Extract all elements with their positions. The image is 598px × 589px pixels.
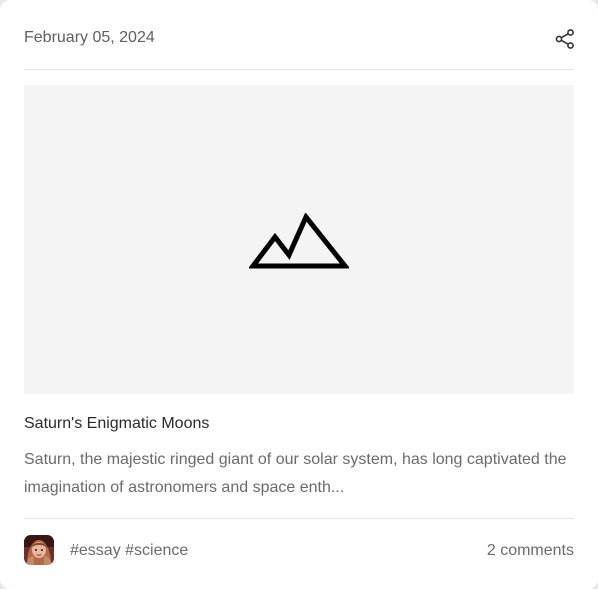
author-avatar[interactable] [24,535,54,565]
post-tags: #essay #science [70,541,188,560]
post-excerpt: Saturn, the majestic ringed giant of our… [24,451,567,496]
avatar-image [24,535,54,565]
card-footer: #essay #science 2 comments [24,518,574,581]
comments-link[interactable]: 2 comments [487,541,574,560]
post-image-placeholder[interactable] [24,85,574,394]
tag-science[interactable]: #science [125,542,188,559]
mountain-image-icon [249,213,349,269]
tag-essay[interactable]: #essay [70,542,121,559]
card-header: February 05, 2024 [24,0,574,70]
post-card: February 05, 2024 Saturn's Enigmatic Moo… [0,0,598,589]
share-button[interactable] [554,28,576,50]
share-icon [555,29,574,49]
post-date: February 05, 2024 [24,29,155,46]
post-title[interactable]: Saturn's Enigmatic Moons [24,414,209,433]
